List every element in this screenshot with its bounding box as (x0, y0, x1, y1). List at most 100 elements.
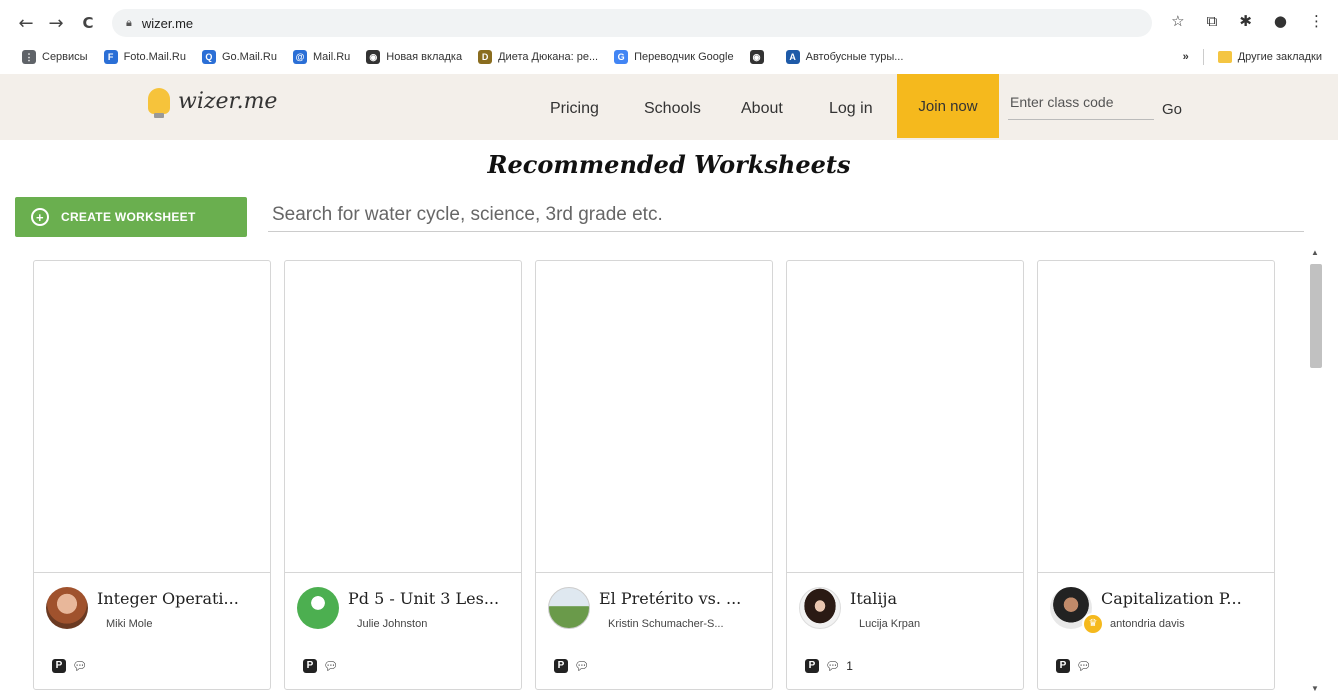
worksheet-thumbnail[interactable] (1038, 261, 1274, 573)
star-icon[interactable]: ☆ (1171, 12, 1184, 30)
join-now-button[interactable]: Join now (897, 74, 999, 138)
bookmark-item[interactable]: ◉ (749, 50, 770, 64)
reload-icon[interactable]: C (76, 14, 100, 32)
avatar (46, 587, 88, 629)
search-icon: Q (201, 50, 216, 64)
comment-count: 1 (846, 659, 853, 673)
comments-icon[interactable]: 💬︎ (825, 659, 840, 673)
pinterest-icon[interactable]: P (1056, 659, 1070, 673)
forward-icon[interactable]: → (44, 13, 68, 34)
card-actions: P 💬︎ (52, 659, 93, 673)
back-icon[interactable]: ← (14, 13, 38, 34)
other-bookmarks[interactable]: Другие закладки (1217, 51, 1322, 63)
bookmark-label: Автобусные туры... (805, 51, 904, 63)
bookmark-item[interactable]: ⋮ Сервисы (22, 50, 88, 64)
worksheet-title[interactable]: El Pretérito vs. ... (599, 589, 741, 608)
logo-text: wizer.me (178, 88, 278, 114)
scroll-down-icon[interactable]: ▼ (1311, 684, 1319, 693)
extension-icon[interactable]: ⧉ (1207, 12, 1218, 30)
nav-schools[interactable]: Schools (644, 100, 701, 118)
worksheet-card[interactable]: ♛ Capitalization P... antondria davis P … (1037, 260, 1275, 690)
site-header: wizer.me Pricing Schools About Log in Jo… (0, 74, 1338, 140)
worksheet-card[interactable]: El Pretérito vs. ... Kristin Schumacher-… (535, 260, 773, 690)
nav-login[interactable]: Log in (829, 100, 873, 118)
bookmark-label: Новая вкладка (386, 51, 463, 63)
url-text: wizer.me (141, 15, 194, 31)
worksheet-card[interactable]: Integer Operati... Miki Mole P 💬︎ (33, 260, 271, 690)
bookmark-label: Переводчик Google (634, 51, 734, 63)
worksheet-author[interactable]: antondria davis (1110, 618, 1185, 630)
nav-pricing[interactable]: Pricing (550, 100, 599, 118)
worksheet-thumbnail[interactable] (34, 261, 270, 573)
avatar (548, 587, 590, 629)
profile-icon[interactable]: ● (1274, 12, 1287, 30)
puzzle-icon[interactable]: ✱ (1239, 12, 1252, 30)
avatar (799, 587, 841, 629)
worksheet-title[interactable]: Capitalization P... (1101, 589, 1242, 608)
pinterest-icon[interactable]: P (52, 659, 66, 673)
worksheet-thumbnail[interactable] (787, 261, 1023, 573)
worksheet-thumbnail[interactable] (285, 261, 521, 573)
menu-icon[interactable]: ⋮ (1309, 12, 1324, 30)
globe-icon: ◉ (366, 50, 381, 64)
other-bookmarks-label: Другие закладки (1237, 51, 1322, 63)
bookmark-item[interactable]: Q Go.Mail.Ru (201, 50, 277, 64)
nav-about[interactable]: About (741, 100, 783, 118)
worksheet-title[interactable]: Pd 5 - Unit 3 Les... (348, 589, 499, 608)
diet-icon: D (478, 50, 493, 64)
pinterest-icon[interactable]: P (805, 659, 819, 673)
scrollbar[interactable]: ▲ ▼ (1306, 244, 1326, 698)
bookmarks-bar: ⋮ Сервисы F Foto.Mail.Ru Q Go.Mail.Ru @ … (0, 44, 1338, 70)
worksheet-card[interactable]: Italija Lucija Krpan P 💬︎ 1 (786, 260, 1024, 690)
card-actions: P 💬︎ 1 (805, 659, 853, 673)
worksheet-thumbnail[interactable] (536, 261, 772, 573)
worksheet-author[interactable]: Miki Mole (106, 618, 152, 630)
worksheet-card[interactable]: Pd 5 - Unit 3 Les... Julie Johnston P 💬︎ (284, 260, 522, 690)
crown-icon: ♛ (1082, 613, 1104, 635)
bookmark-label: Диета Дюкана: ре... (498, 51, 599, 63)
bookmark-label: Сервисы (42, 51, 88, 63)
worksheet-title[interactable]: Italija (850, 589, 897, 608)
search-input[interactable]: Search for water cycle, science, 3rd gra… (268, 198, 1304, 232)
bookmark-item[interactable]: D Диета Дюкана: ре... (478, 50, 598, 64)
scroll-up-icon[interactable]: ▲ (1311, 248, 1319, 257)
bookmark-item[interactable]: ◉ Новая вкладка (366, 50, 462, 64)
worksheet-author[interactable]: Julie Johnston (357, 618, 427, 630)
go-button[interactable]: Go (1162, 101, 1182, 118)
pinterest-icon[interactable]: P (303, 659, 317, 673)
worksheet-author[interactable]: Lucija Krpan (859, 618, 920, 630)
create-worksheet-button[interactable]: + CREATE WORKSHEET (15, 197, 247, 237)
bookmark-item[interactable]: A Автобусные туры... (785, 50, 904, 64)
page-title: Recommended Worksheets (487, 150, 851, 179)
comments-icon[interactable]: 💬︎ (574, 659, 589, 673)
create-worksheet-label: CREATE WORKSHEET (61, 210, 196, 224)
translate-icon: G (614, 50, 629, 64)
comments-icon[interactable]: 💬︎ (323, 659, 338, 673)
browser-toolbar: ← → C 🔒︎ wizer.me ☆ ⧉ ✱ ● ⋮ (0, 6, 1338, 40)
worksheet-author[interactable]: Kristin Schumacher-S... (608, 618, 724, 630)
at-icon: @ (292, 50, 307, 64)
bookmark-label: Mail.Ru (312, 51, 351, 63)
more-bookmarks-button[interactable]: » (1183, 51, 1189, 63)
bookmark-label: Go.Mail.Ru (221, 51, 277, 63)
logo[interactable]: wizer.me (148, 88, 278, 118)
class-code-input[interactable]: Enter class code (1008, 94, 1154, 120)
divider (1202, 49, 1204, 65)
bookmark-item[interactable]: F Foto.Mail.Ru (103, 50, 186, 64)
bookmark-item[interactable]: G Переводчик Google (614, 50, 734, 64)
comments-icon[interactable]: 💬︎ (72, 659, 87, 673)
bus-icon: A (785, 50, 800, 64)
bookmark-label: Foto.Mail.Ru (123, 51, 186, 63)
lock-icon: 🔒︎ (126, 16, 132, 29)
worksheet-title[interactable]: Integer Operati... (97, 589, 239, 608)
globe-icon: ◉ (749, 50, 764, 64)
plus-icon: + (31, 208, 49, 226)
comments-icon[interactable]: 💬︎ (1076, 659, 1091, 673)
bookmark-item[interactable]: @ Mail.Ru (292, 50, 351, 64)
bookmarks-overflow: » Другие закладки (1183, 49, 1322, 65)
apps-icon: ⋮ (22, 50, 36, 64)
scroll-thumb[interactable] (1310, 264, 1322, 368)
address-bar[interactable]: 🔒︎ wizer.me (112, 9, 1152, 37)
pinterest-icon[interactable]: P (554, 659, 568, 673)
avatar (297, 587, 339, 629)
